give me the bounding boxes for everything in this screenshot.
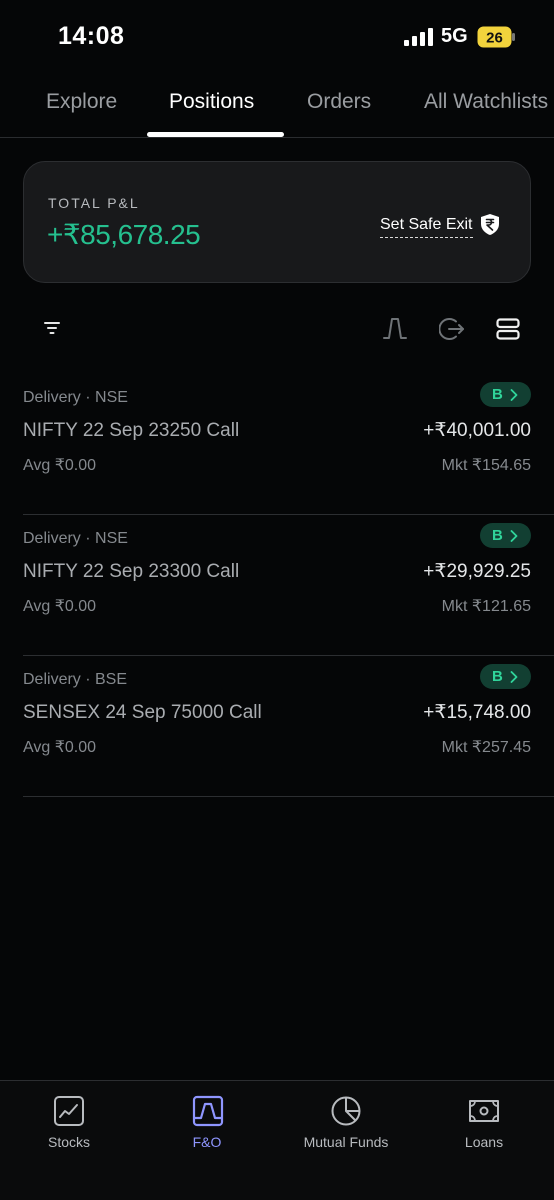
chevron-right-icon <box>510 530 518 542</box>
chevron-right-icon <box>510 671 518 683</box>
network-type: 5G <box>441 25 468 47</box>
signal-strength-icon <box>404 28 433 46</box>
rupee-shield-icon[interactable] <box>480 213 500 236</box>
fno-chart-icon <box>192 1095 224 1127</box>
position-market-price: Mkt ₹154.65 <box>441 457 531 474</box>
position-market-price: Mkt ₹121.65 <box>441 598 531 615</box>
position-avg-price: Avg ₹0.00 <box>23 739 97 756</box>
buy-badge-label: B <box>492 386 503 403</box>
buy-badge-label: B <box>492 527 503 544</box>
filter-icon[interactable] <box>44 321 60 335</box>
nav-label-stocks: Stocks <box>47 1134 90 1150</box>
position-row[interactable]: Delivery · NSE NIFTY 22 Sep 23300 Call A… <box>23 515 554 656</box>
position-market-price: Mkt ₹257.45 <box>441 739 531 756</box>
position-pnl: +₹15,748.00 <box>423 702 531 723</box>
buy-badge-label: B <box>492 668 503 685</box>
pie-chart-icon <box>331 1096 361 1126</box>
battery-icon: 26 <box>477 26 515 48</box>
chevron-right-icon <box>510 389 518 401</box>
nav-label-fno: F&O <box>192 1134 222 1150</box>
status-bar: 14:08 5G 26 <box>0 0 554 72</box>
tab-all-watchlists[interactable]: All Watchlists <box>424 90 548 114</box>
position-row[interactable]: Delivery · NSE NIFTY 22 Sep 23250 Call A… <box>23 374 554 515</box>
position-name: SENSEX 24 Sep 75000 Call <box>23 702 262 723</box>
top-tabs: Explore Positions Orders All Watchlists <box>0 78 554 138</box>
set-safe-exit-button[interactable]: Set Safe Exit <box>380 216 473 238</box>
view-toggle-icon[interactable] <box>496 318 520 340</box>
position-name: NIFTY 22 Sep 23300 Call <box>23 561 240 582</box>
loan-note-icon <box>469 1100 499 1122</box>
nav-label-mutual-funds: Mutual Funds <box>303 1134 389 1150</box>
buy-badge[interactable]: B <box>480 382 531 407</box>
status-time: 14:08 <box>58 22 125 50</box>
stocks-chart-icon <box>54 1096 84 1126</box>
buy-badge[interactable]: B <box>480 523 531 548</box>
nav-item-fno[interactable]: F&O <box>138 1081 276 1181</box>
position-row[interactable]: Delivery · BSE SENSEX 24 Sep 75000 Call … <box>23 656 554 797</box>
nav-item-loans[interactable]: Loans <box>415 1081 553 1181</box>
tab-orders[interactable]: Orders <box>307 90 371 114</box>
total-pnl-value: +₹85,678.25 <box>47 219 201 250</box>
active-tab-indicator <box>147 132 284 137</box>
position-segment: Delivery · NSE <box>23 530 128 547</box>
position-pnl: +₹29,929.25 <box>423 561 531 582</box>
bottom-nav: Stocks F&O Mutual Funds Loans <box>0 1080 554 1200</box>
buy-badge[interactable]: B <box>480 664 531 689</box>
exit-all-icon[interactable] <box>439 316 465 342</box>
position-segment: Delivery · NSE <box>23 389 128 406</box>
total-pnl-card: TOTAL P&L +₹85,678.25 Set Safe Exit <box>23 161 531 283</box>
total-pnl-label: TOTAL P&L <box>48 195 140 211</box>
nav-item-stocks[interactable]: Stocks <box>0 1081 138 1181</box>
position-segment: Delivery · BSE <box>23 671 128 688</box>
strategy-icon[interactable] <box>383 316 407 340</box>
battery-level: 26 <box>486 30 503 47</box>
position-avg-price: Avg ₹0.00 <box>23 457 97 474</box>
nav-label-loans: Loans <box>464 1134 504 1150</box>
position-name: NIFTY 22 Sep 23250 Call <box>23 420 240 441</box>
nav-item-mutual-funds[interactable]: Mutual Funds <box>277 1081 415 1181</box>
position-pnl: +₹40,001.00 <box>423 420 531 441</box>
tab-positions[interactable]: Positions <box>169 90 254 114</box>
tab-explore[interactable]: Explore <box>46 90 117 114</box>
position-avg-price: Avg ₹0.00 <box>23 598 97 615</box>
